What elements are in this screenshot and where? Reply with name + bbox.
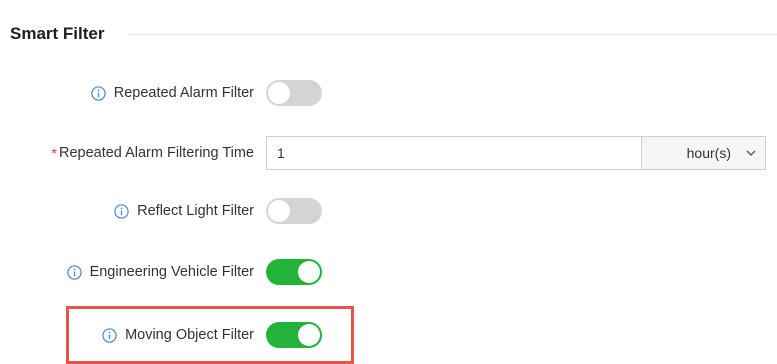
engineering-vehicle-filter-label: Engineering Vehicle Filter bbox=[89, 264, 254, 280]
chevron-down-icon bbox=[746, 150, 756, 156]
toggle-knob bbox=[298, 261, 320, 283]
moving-object-filter-toggle[interactable] bbox=[266, 322, 322, 348]
section-divider bbox=[128, 33, 777, 35]
time-unit-value: hour(s) bbox=[686, 145, 731, 161]
info-icon[interactable] bbox=[102, 327, 117, 343]
row-repeated-alarm-filtering-time: * Repeated Alarm Filtering Time hour(s) bbox=[0, 135, 777, 171]
reflect-light-filter-toggle[interactable] bbox=[266, 198, 322, 224]
required-marker: * bbox=[51, 145, 57, 161]
time-unit-select[interactable]: hour(s) bbox=[641, 136, 766, 170]
toggle-knob bbox=[298, 324, 320, 346]
engineering-vehicle-filter-toggle[interactable] bbox=[266, 259, 322, 285]
info-icon[interactable] bbox=[91, 85, 106, 101]
row-moving-object-filter: Moving Object Filter bbox=[0, 317, 777, 353]
reflect-light-filter-label: Reflect Light Filter bbox=[137, 203, 254, 219]
filtering-time-label: Repeated Alarm Filtering Time bbox=[58, 145, 254, 161]
info-icon[interactable] bbox=[66, 264, 82, 280]
section-header: Smart Filter bbox=[10, 22, 777, 46]
row-reflect-light-filter: Reflect Light Filter bbox=[0, 193, 777, 229]
toggle-knob bbox=[268, 82, 290, 104]
filtering-time-input[interactable] bbox=[266, 136, 641, 170]
row-engineering-vehicle-filter: Engineering Vehicle Filter bbox=[0, 254, 777, 290]
moving-object-filter-label: Moving Object Filter bbox=[125, 327, 254, 343]
info-icon[interactable] bbox=[114, 203, 129, 219]
toggle-knob bbox=[268, 200, 290, 222]
section-title: Smart Filter bbox=[10, 24, 105, 43]
filtering-time-input-group: hour(s) bbox=[266, 136, 766, 170]
row-repeated-alarm-filter: Repeated Alarm Filter bbox=[0, 75, 777, 111]
repeated-alarm-filter-label: Repeated Alarm Filter bbox=[113, 85, 254, 101]
repeated-alarm-filter-toggle[interactable] bbox=[266, 80, 322, 106]
